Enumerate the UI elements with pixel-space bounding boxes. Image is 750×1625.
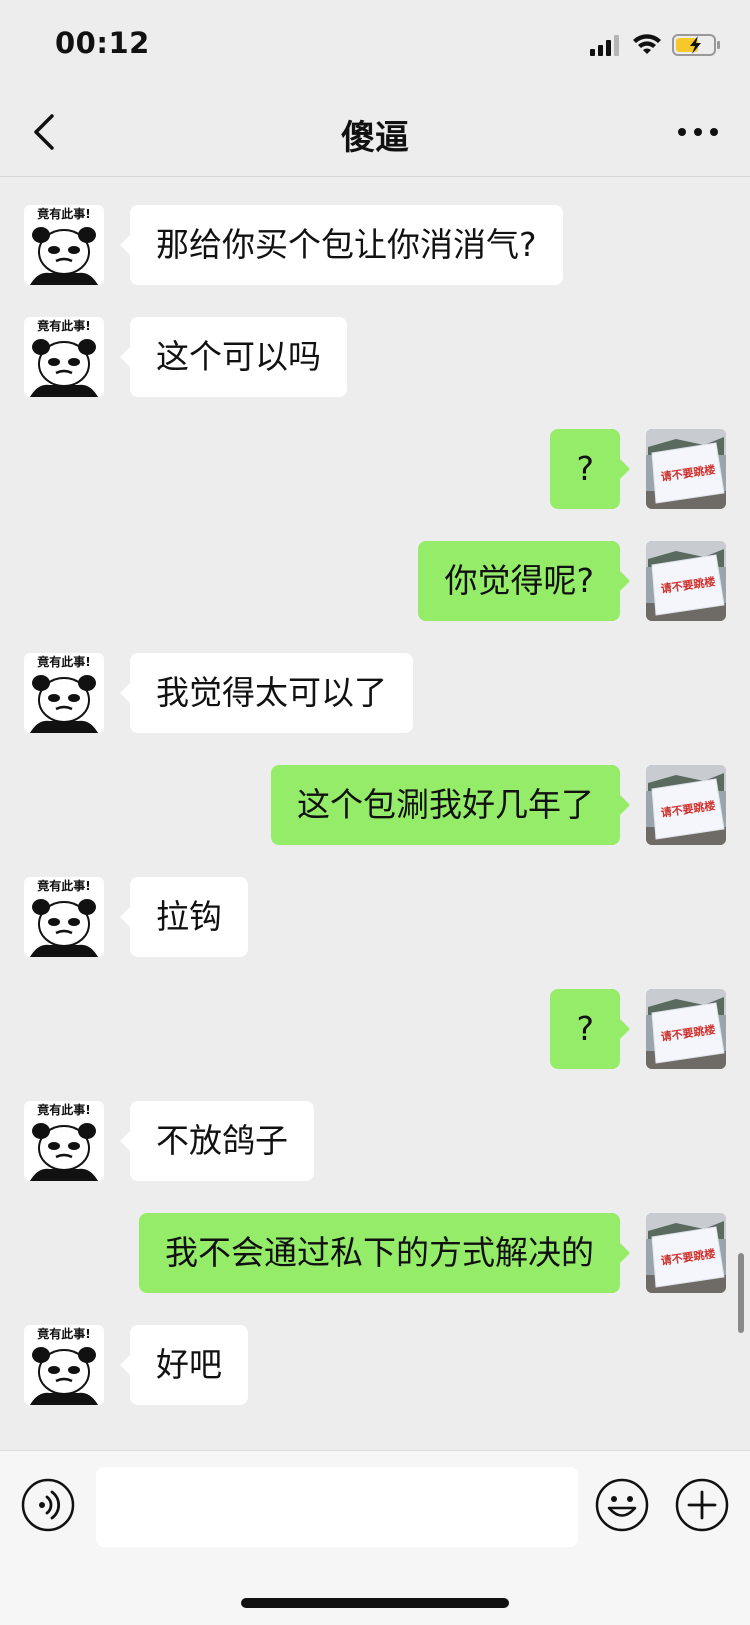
message-bubble[interactable]: 那给你买个包让你消消气? [120, 205, 563, 285]
message-list[interactable]: 竟有此事! 那给你买个包让你消消气? 竟有此事! 这个可以吗 请不要跳楼 ? 请… [0, 177, 750, 1450]
voice-icon [21, 1478, 75, 1532]
voice-button[interactable] [20, 1477, 76, 1533]
message-bubble[interactable]: ? [550, 429, 630, 509]
more-functions-button[interactable] [674, 1477, 730, 1533]
message-row: 竟有此事! 不放鸽子 [0, 1101, 750, 1183]
more-button[interactable] [676, 120, 720, 144]
svg-text:竟有此事!: 竟有此事! [36, 1326, 90, 1341]
status-bar: 00:12 [0, 0, 750, 88]
message-bubble[interactable]: 这个包涮我好几年了 [271, 765, 630, 845]
message-bubble[interactable]: 我觉得太可以了 [120, 653, 413, 733]
message-row: 竟有此事! 拉钩 [0, 877, 750, 959]
self-avatar[interactable]: 请不要跳楼 [646, 765, 726, 845]
message-row: 请不要跳楼 我不会通过私下的方式解决的 [0, 1213, 750, 1295]
status-icons [590, 30, 722, 60]
message-row: 竟有此事! 那给你买个包让你消消气? [0, 205, 750, 287]
message-row: 竟有此事! 我觉得太可以了 [0, 653, 750, 735]
svg-text:竟有此事!: 竟有此事! [36, 318, 90, 333]
status-time: 00:12 [55, 26, 150, 60]
self-avatar[interactable]: 请不要跳楼 [646, 989, 726, 1069]
message-bubble[interactable]: 这个可以吗 [120, 317, 347, 397]
svg-text:竟有此事!: 竟有此事! [36, 206, 90, 221]
message-bubble[interactable]: ? [550, 989, 630, 1069]
message-bubble[interactable]: 你觉得呢? [418, 541, 630, 621]
contact-avatar[interactable]: 竟有此事! [24, 317, 104, 397]
svg-text:竟有此事!: 竟有此事! [36, 1102, 90, 1117]
message-row: 竟有此事! 好吧 [0, 1325, 750, 1407]
chat-title: 傻逼 [341, 118, 409, 158]
message-bubble[interactable]: 好吧 [120, 1325, 248, 1405]
message-row: 竟有此事! 这个可以吗 [0, 317, 750, 399]
plus-icon [675, 1478, 729, 1532]
home-indicator[interactable] [241, 1598, 509, 1608]
nav-bar: 傻逼 [0, 88, 750, 177]
message-row: 请不要跳楼 这个包涮我好几年了 [0, 765, 750, 847]
svg-text:竟有此事!: 竟有此事! [36, 878, 90, 893]
message-input[interactable] [96, 1467, 578, 1547]
contact-avatar[interactable]: 竟有此事! [24, 1325, 104, 1405]
message-row: 请不要跳楼 ? [0, 429, 750, 511]
contact-avatar[interactable]: 竟有此事! [24, 205, 104, 285]
message-bubble[interactable]: 我不会通过私下的方式解决的 [139, 1213, 630, 1293]
message-bubble[interactable]: 拉钩 [120, 877, 248, 957]
emoji-button[interactable] [594, 1477, 650, 1533]
self-avatar[interactable]: 请不要跳楼 [646, 1213, 726, 1293]
contact-avatar[interactable]: 竟有此事! [24, 877, 104, 957]
more-icon [678, 128, 718, 136]
contact-avatar[interactable]: 竟有此事! [24, 1101, 104, 1181]
battery-icon [672, 34, 720, 56]
contact-avatar[interactable]: 竟有此事! [24, 653, 104, 733]
message-bubble[interactable]: 不放鸽子 [120, 1101, 314, 1181]
message-row: 请不要跳楼 ? [0, 989, 750, 1071]
chat-scrollbar[interactable] [738, 1253, 744, 1333]
emoji-icon [595, 1478, 649, 1532]
self-avatar[interactable]: 请不要跳楼 [646, 541, 726, 621]
wifi-icon [633, 34, 661, 54]
signal-icon [590, 35, 619, 56]
svg-text:竟有此事!: 竟有此事! [36, 654, 90, 669]
message-row: 请不要跳楼 你觉得呢? [0, 541, 750, 623]
self-avatar[interactable]: 请不要跳楼 [646, 429, 726, 509]
